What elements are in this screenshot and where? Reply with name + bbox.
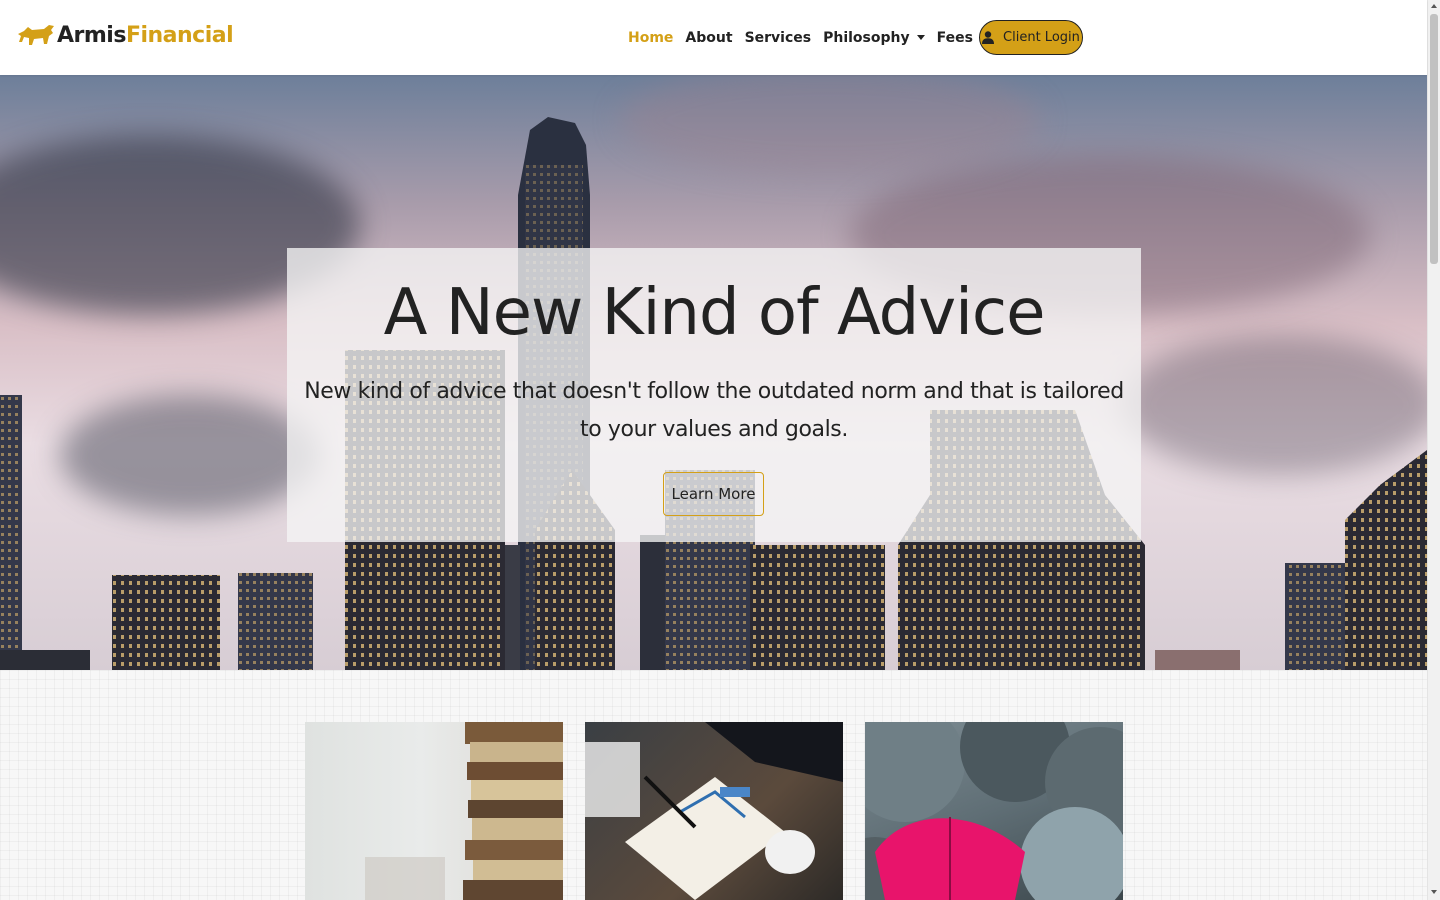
brand-name-part2: Financial [125, 22, 234, 48]
caret-down-icon [916, 35, 925, 40]
scrollbar-thumb[interactable] [1430, 14, 1438, 264]
bull-icon [18, 25, 54, 45]
books-photo [365, 722, 563, 900]
nav-philosophy-label: Philosophy [823, 29, 910, 46]
scroll-up-arrow-icon[interactable] [1431, 4, 1437, 8]
client-login-button[interactable]: Client Login [978, 20, 1083, 55]
brand-name-part1: Armis [57, 22, 126, 48]
page-scrollbar[interactable] [1427, 0, 1440, 900]
main-nav: Home About Services Philosophy Fees Clie… [622, 20, 1083, 55]
hero-banner: A New Kind of Advice New kind of advice … [0, 75, 1427, 670]
hero-subtitle: New kind of advice that doesn't follow t… [304, 379, 1124, 442]
nav-services[interactable]: Services [739, 30, 818, 46]
nav-fees[interactable]: Fees [931, 30, 979, 46]
card-image-umbrellas[interactable] [865, 722, 1123, 900]
hero-card: A New Kind of Advice New kind of advice … [287, 248, 1141, 542]
card-image-books[interactable] [305, 722, 563, 900]
writing-photo [585, 722, 843, 900]
brand-logo[interactable]: ArmisFinancial [16, 22, 234, 48]
scroll-down-arrow-icon[interactable] [1431, 890, 1437, 894]
user-icon [982, 31, 995, 44]
client-login-label: Client Login [1003, 30, 1080, 45]
umbrellas-photo [865, 722, 1123, 900]
learn-more-button[interactable]: Learn More [663, 472, 764, 516]
card-image-writing[interactable] [585, 722, 843, 900]
nav-philosophy[interactable]: Philosophy [817, 30, 931, 46]
brand-name: ArmisFinancial [57, 22, 234, 48]
hero-title: A New Kind of Advice [383, 276, 1046, 350]
navbar: ArmisFinancial Home About Services Philo… [0, 0, 1427, 75]
nav-home[interactable]: Home [622, 30, 679, 46]
services-section [0, 670, 1427, 900]
nav-about[interactable]: About [679, 30, 738, 46]
